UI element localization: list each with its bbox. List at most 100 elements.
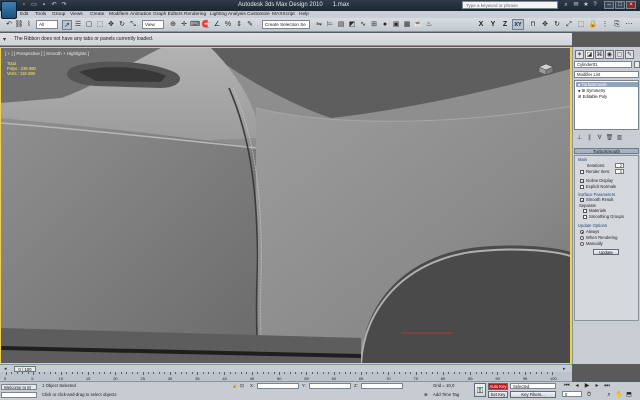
rotate-tool-icon[interactable]: ↻ — [552, 20, 562, 30]
search-icon[interactable]: ⌕ — [562, 1, 570, 9]
timeline-ruler[interactable]: 0 5 10 15 20 25 30 35 40 45 50 55 60 65 70 75 80 85 90 95 10… — [0, 372, 572, 382]
pivot-center-icon[interactable]: ⊕ — [168, 20, 178, 30]
menu-create[interactable]: Create — [90, 11, 104, 18]
rectangular-selection-icon[interactable]: ▢ — [84, 20, 94, 30]
modifier-list-dropdown[interactable]: Modifier List — [574, 71, 639, 78]
application-icon[interactable] — [1, 1, 17, 19]
menu-help[interactable]: Help — [299, 11, 309, 18]
isoline-display-checkbox[interactable]: ✓ — [580, 179, 584, 184]
maxscript-mini-listener[interactable] — [1, 392, 37, 398]
time-config-icon[interactable]: ⏱ — [584, 391, 594, 399]
remove-modifier-icon[interactable]: 🗑 — [605, 134, 614, 142]
move-tool-icon[interactable]: ✥ — [540, 20, 550, 30]
add-time-tag[interactable]: Add Time Tag — [433, 392, 459, 398]
select-manipulate-icon[interactable]: ✛ — [179, 20, 189, 30]
close-button[interactable]: × — [626, 1, 636, 9]
maximize-button[interactable]: □ — [615, 1, 625, 9]
always-radio[interactable] — [580, 230, 584, 234]
fence-icon[interactable]: ⊓ — [528, 20, 538, 30]
render-iterative-icon[interactable]: ♨ — [424, 20, 434, 30]
axis-z-button[interactable]: Z — [500, 19, 510, 30]
open-file-icon[interactable]: ▭ — [30, 1, 38, 9]
window-crossing-icon[interactable]: ⬚ — [95, 20, 105, 30]
menu-edit[interactable]: Edit — [20, 11, 28, 18]
undo-icon[interactable]: ↶ — [50, 1, 58, 9]
select-region-icon[interactable]: ⬚ — [576, 20, 586, 30]
set-key-icon[interactable]: ⚿ — [474, 383, 486, 397]
redo-icon[interactable]: ↷ — [60, 1, 68, 9]
align-icon[interactable]: ⊨ — [325, 20, 335, 30]
array-icon[interactable]: ⋮ — [600, 20, 610, 30]
create-tab-icon[interactable]: ✶ — [575, 50, 584, 59]
go-to-start-icon[interactable]: ⏮ — [562, 382, 572, 390]
bind-spacewarp-icon[interactable]: ⌇ — [24, 20, 34, 30]
z-coord-field[interactable] — [361, 383, 403, 389]
smooth-result-checkbox[interactable]: ✓ — [580, 198, 584, 203]
configure-sets-icon[interactable]: ▥ — [615, 134, 624, 142]
object-color-swatch[interactable] — [634, 61, 640, 68]
menu-customize[interactable]: Customize — [247, 11, 270, 18]
show-end-result-icon[interactable]: ∥ — [585, 134, 594, 142]
lock-selection-icon[interactable]: 🔒 — [232, 383, 237, 389]
menu-modifiers[interactable]: Modifiers — [109, 11, 128, 18]
curve-editor-icon[interactable]: ∿ — [358, 20, 368, 30]
time-slider[interactable]: ◂ 0 / 100 ▸ — [0, 364, 572, 372]
perspective-viewport[interactable]: [ + ] [ Perspective ] [ Smooth + Highlig… — [0, 47, 572, 364]
zoom-icon[interactable]: ⌕ — [604, 391, 614, 399]
current-frame-field[interactable]: 0 — [562, 391, 582, 397]
menu-animation[interactable]: Animation — [130, 11, 151, 18]
favorites-icon[interactable]: ★ — [582, 1, 590, 9]
link-icon[interactable]: ⛓ — [14, 20, 24, 30]
spacing-tool-icon[interactable]: ⋯ — [624, 20, 634, 30]
ribbon-toggle-icon[interactable]: ▾ — [3, 36, 6, 43]
select-by-name-icon[interactable]: ☰ — [73, 20, 83, 30]
manually-radio[interactable] — [580, 242, 584, 246]
select-move-icon[interactable]: ✥ — [106, 20, 116, 30]
utilities-tab-icon[interactable]: ✎ — [625, 50, 634, 59]
x-coord-field[interactable] — [257, 383, 299, 389]
key-filters-button[interactable]: Key Filters... — [510, 391, 556, 398]
snapshot-icon[interactable]: ⎘ — [612, 20, 622, 30]
axis-y-button[interactable]: Y — [488, 19, 498, 30]
minimize-button[interactable]: – — [604, 1, 614, 9]
save-file-icon[interactable]: ▪ — [40, 1, 48, 9]
when-rendering-radio[interactable] — [580, 236, 584, 240]
pin-stack-icon[interactable]: ⊥ — [575, 134, 584, 142]
snaps-toggle-icon[interactable]: 🧲 — [201, 20, 211, 30]
menu-rendering[interactable]: Rendering — [184, 11, 206, 18]
select-scale-icon[interactable]: ⤡ — [128, 20, 138, 30]
absolute-mode-icon[interactable]: ⊡ — [240, 383, 244, 389]
display-tab-icon[interactable]: ▢ — [615, 50, 624, 59]
material-editor-icon[interactable]: ● — [380, 20, 390, 30]
viewport-label[interactable]: [ + ] [ Perspective ] [ Smooth + Highlig… — [5, 51, 89, 56]
reference-coordinate-dropdown[interactable]: View — [142, 20, 164, 29]
key-mode-dropdown[interactable]: Selected — [510, 383, 556, 389]
pan-icon[interactable]: ✋ — [614, 391, 624, 399]
named-selection-dropdown[interactable]: Create Selection Se — [262, 20, 310, 29]
auto-key-button[interactable]: Auto Key — [488, 383, 508, 390]
time-tag-icon[interactable]: ⊕ — [424, 392, 428, 398]
menu-views[interactable]: Views — [70, 11, 83, 18]
mirror-icon[interactable]: ⇋ — [314, 20, 324, 30]
stack-item-turbosmooth[interactable]: ● TurboSmooth — [576, 82, 638, 87]
angle-snap-icon[interactable]: ∠ — [212, 20, 222, 30]
spinner-snap-icon[interactable]: ⇕ — [234, 20, 244, 30]
render-setup-icon[interactable]: ▣ — [391, 20, 401, 30]
select-object-icon[interactable]: ➚ — [62, 20, 72, 30]
smoothing-groups-checkbox[interactable] — [583, 215, 587, 219]
menu-tools[interactable]: Tools — [35, 11, 46, 18]
selection-filter-dropdown[interactable]: All — [36, 20, 58, 29]
percent-snap-icon[interactable]: % — [223, 20, 233, 30]
object-name-field[interactable]: Cylinder01 — [574, 61, 632, 68]
select-rotate-icon[interactable]: ↻ — [117, 20, 127, 30]
maxscript-listener-field[interactable]: Welcome to M — [1, 384, 37, 390]
make-unique-icon[interactable]: ∀ — [595, 134, 604, 142]
next-frame-icon[interactable]: ▸ — [592, 382, 602, 390]
materials-checkbox[interactable] — [583, 209, 587, 213]
update-button[interactable]: Update — [593, 249, 619, 255]
lock-icon[interactable]: 🔒 — [588, 20, 598, 30]
motion-tab-icon[interactable]: ◉ — [605, 50, 614, 59]
layer-manager-icon[interactable]: ▤ — [336, 20, 346, 30]
menu-group[interactable]: Group — [52, 11, 65, 18]
maximize-viewport-icon[interactable]: ⬒ — [624, 391, 634, 399]
